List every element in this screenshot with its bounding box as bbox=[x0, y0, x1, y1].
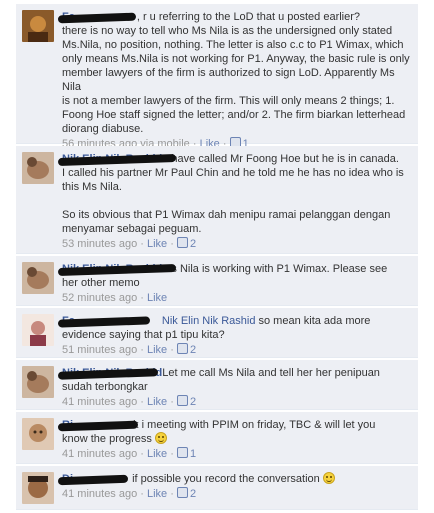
comment-text-line bbox=[62, 194, 410, 208]
thumbs-up-icon bbox=[176, 237, 188, 248]
like-link[interactable]: Like bbox=[147, 344, 167, 356]
comment-body: Riok i meeting with PPIM on friday, TBC … bbox=[57, 418, 410, 461]
avatar[interactable] bbox=[22, 262, 54, 294]
thumbs-up-icon bbox=[176, 447, 188, 458]
like-link[interactable]: Like bbox=[147, 448, 167, 460]
comment-text-line: member lawyers of the firm is authorized… bbox=[62, 67, 395, 93]
comment-author-link[interactable]: Fa bbox=[57, 315, 151, 328]
comment-meta: 53 minutes ago · Like · 2 bbox=[62, 237, 197, 250]
comment-text-line: sudah terbongkar bbox=[62, 381, 148, 393]
like-count[interactable]: 1 bbox=[176, 447, 196, 460]
comment-body: Nik Elin Nik Rashid I have called Mr Foo… bbox=[57, 152, 410, 251]
comment-text-line: Ms.Nila, no position, nothing. The lette… bbox=[62, 39, 404, 51]
like-count[interactable]: 2 bbox=[176, 487, 196, 500]
comment: Nik Elin Nik RashidLet me call Ms Nila a… bbox=[16, 360, 418, 410]
comment-text-line: diorang diabuse. bbox=[62, 123, 144, 135]
comment-text-line: is not a member lawyers of the firm. Thi… bbox=[62, 95, 395, 107]
comment-meta: 41 minutes ago · Like · 2 bbox=[62, 395, 197, 408]
like-count[interactable]: 2 bbox=[176, 237, 196, 250]
timestamp[interactable]: 51 minutes ago bbox=[62, 344, 137, 356]
mention-link[interactable]: Nik Elin Nik Rashid bbox=[162, 315, 256, 327]
timestamp[interactable]: 41 minutes ago bbox=[62, 448, 137, 460]
smiley-icon bbox=[322, 472, 335, 484]
comment-author-link[interactable]: Di bbox=[57, 473, 129, 486]
comment-author-link[interactable]: Nik Elin Nik Rashid bbox=[57, 367, 162, 380]
comment-text: , r u referring to the LoD that u posted… bbox=[136, 11, 361, 23]
comment-body: Di if possible you record the conversati… bbox=[57, 472, 410, 501]
avatar[interactable] bbox=[22, 472, 54, 504]
comment-text: if possible you record the conversation bbox=[132, 473, 320, 485]
comment-text: I have called Mr Foong Hoe but he is in … bbox=[165, 153, 399, 165]
comment: Nik Elin Nik RashidMs Nila is working wi… bbox=[16, 256, 418, 306]
comment-text-line: only means Ms.Nila is not working for P1… bbox=[62, 53, 410, 65]
comment-author-link[interactable]: Nik Elin Nik Rashid bbox=[57, 263, 177, 277]
comment: Riok i meeting with PPIM on friday, TBC … bbox=[16, 412, 418, 464]
comment: Di if possible you record the conversati… bbox=[16, 466, 418, 510]
comment-text-line: evidence saying that p1 tipu kita? bbox=[62, 329, 225, 341]
thumbs-up-icon bbox=[176, 395, 188, 406]
avatar[interactable] bbox=[22, 10, 54, 42]
timestamp[interactable]: 53 minutes ago bbox=[62, 238, 137, 250]
comment-text: Ms Nila is working with P1 Wimax. Please… bbox=[162, 263, 388, 275]
timestamp[interactable]: 41 minutes ago bbox=[62, 396, 137, 408]
comment-text: Let me call Ms Nila and tell her her pen… bbox=[162, 367, 380, 379]
avatar[interactable] bbox=[22, 152, 54, 184]
avatar[interactable] bbox=[22, 418, 54, 450]
like-link[interactable]: Like bbox=[147, 488, 167, 500]
comment-feed: Fa, r u referring to the LoD that u post… bbox=[0, 0, 434, 513]
like-link[interactable]: Like bbox=[147, 238, 167, 250]
like-link[interactable]: Like bbox=[147, 292, 167, 304]
comment-text-line: Foong Hoe staff signed the letter; and/o… bbox=[62, 109, 406, 121]
comment: Fa Nik Elin Nik Rashid so mean kita ada … bbox=[16, 308, 418, 358]
comment-text-line: her other memo bbox=[62, 277, 140, 289]
comment-text-line: there is no way to tell who Ms Nila is a… bbox=[62, 25, 393, 37]
comment: Fa, r u referring to the LoD that u post… bbox=[16, 4, 418, 150]
comment-meta: 41 minutes ago · Like · 1 bbox=[62, 447, 197, 460]
comment-body: Nik Elin Nik RashidMs Nila is working wi… bbox=[57, 262, 410, 305]
comment-meta: 52 minutes ago · Like bbox=[62, 292, 168, 304]
comment-text-line: So its obvious that P1 Wimax dah menipu … bbox=[62, 209, 391, 221]
comment-meta: 41 minutes ago · Like · 2 bbox=[62, 487, 197, 500]
comment-author-link[interactable]: Nik Elin Nik Rashid bbox=[57, 153, 177, 167]
comment-text: so mean kita ada more bbox=[258, 315, 371, 327]
comment: Nik Elin Nik Rashid I have called Mr Foo… bbox=[16, 146, 418, 254]
comment-text: ok i meeting with PPIM on friday, TBC & … bbox=[127, 419, 376, 431]
like-link[interactable]: Like bbox=[147, 396, 167, 408]
comment-body: Fa Nik Elin Nik Rashid so mean kita ada … bbox=[57, 314, 410, 357]
comment-text-line: I called his partner Mr Paul Chin and he… bbox=[62, 167, 404, 179]
comment-text-line: know the progress bbox=[62, 432, 410, 446]
comment-meta: 51 minutes ago · Like · 2 bbox=[62, 343, 197, 356]
timestamp[interactable]: 41 minutes ago bbox=[62, 488, 137, 500]
timestamp[interactable]: 52 minutes ago bbox=[62, 292, 137, 304]
like-count[interactable]: 2 bbox=[176, 395, 196, 408]
thumbs-up-icon bbox=[176, 343, 188, 354]
comment-author-link[interactable]: Fa bbox=[57, 11, 137, 24]
comment-text-line: menyamar sebagai peguam. bbox=[62, 223, 202, 235]
thumbs-up-icon bbox=[176, 487, 188, 498]
smiley-icon bbox=[154, 432, 167, 444]
comment-text-line: this Ms Nila. bbox=[62, 181, 122, 193]
avatar[interactable] bbox=[22, 314, 54, 346]
like-count[interactable]: 2 bbox=[176, 343, 196, 356]
comment-author-link[interactable]: Ri bbox=[57, 419, 139, 432]
avatar[interactable] bbox=[22, 366, 54, 398]
comment-body: Nik Elin Nik RashidLet me call Ms Nila a… bbox=[57, 366, 410, 409]
comment-body: Fa, r u referring to the LoD that u post… bbox=[57, 10, 410, 151]
